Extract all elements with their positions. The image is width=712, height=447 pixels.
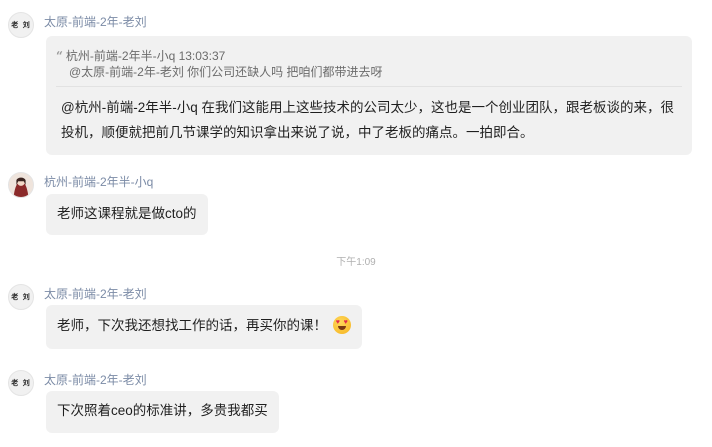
quote-icon: “ — [56, 49, 63, 63]
quote-body: @太原-前端-2年-老刘 你们公司还缺人吗 把咱们都带进去呀 — [69, 65, 383, 79]
avatar[interactable]: 老 刘 — [8, 284, 34, 310]
message-text: 下次照着ceo的标准讲，多贵我都买 — [57, 403, 268, 418]
message-text: @杭州-前端-2年半-小q 在我们这能用上这些技术的公司太少，这也是一个创业团队… — [61, 100, 674, 140]
user-photo-icon — [9, 173, 33, 197]
message-bubble[interactable]: “杭州-前端-2年半-小q 13:03:37 @太原-前端-2年-老刘 你们公司… — [46, 36, 692, 155]
avatar[interactable]: 老 刘 — [8, 370, 34, 396]
quoted-message[interactable]: “杭州-前端-2年半-小q 13:03:37 @太原-前端-2年-老刘 你们公司… — [56, 48, 682, 87]
message-text: 老师，下次我还想找工作的话，再买你的课！ — [57, 318, 327, 333]
message-bubble[interactable]: 老师，下次我还想找工作的话，再买你的课！ — [46, 305, 362, 349]
sender-name[interactable]: 太原-前端-2年-老刘 — [44, 371, 147, 388]
sender-name[interactable]: 太原-前端-2年-老刘 — [44, 13, 147, 30]
message-timestamp: 下午1:09 — [336, 257, 376, 268]
avatar[interactable]: 老 刘 — [8, 12, 34, 38]
message-item: 老 刘 太原-前端-2年-老刘 下次照着ceo的标准讲，多贵我都买 — [8, 370, 328, 434]
message-text: 老师这课程就是做cto的 — [57, 206, 197, 221]
message-item: 老 刘 太原-前端-2年-老刘 “杭州-前端-2年半-小q 13:03:37 @… — [8, 12, 698, 157]
quote-header: 杭州-前端-2年半-小q 13:03:37 — [65, 49, 226, 63]
avatar[interactable] — [8, 172, 34, 198]
heart-eyes-emoji-icon — [332, 316, 351, 334]
message-item: 杭州-前端-2年半-小q 老师这课程就是做cto的 — [8, 172, 308, 236]
message-item: 老 刘 太原-前端-2年-老刘 老师，下次我还想找工作的话，再买你的课！ — [8, 284, 408, 350]
message-bubble[interactable]: 下次照着ceo的标准讲，多贵我都买 — [46, 391, 279, 433]
sender-name[interactable]: 杭州-前端-2年半-小q — [44, 173, 153, 190]
sender-name[interactable]: 太原-前端-2年-老刘 — [44, 285, 147, 302]
message-bubble[interactable]: 老师这课程就是做cto的 — [46, 194, 208, 235]
